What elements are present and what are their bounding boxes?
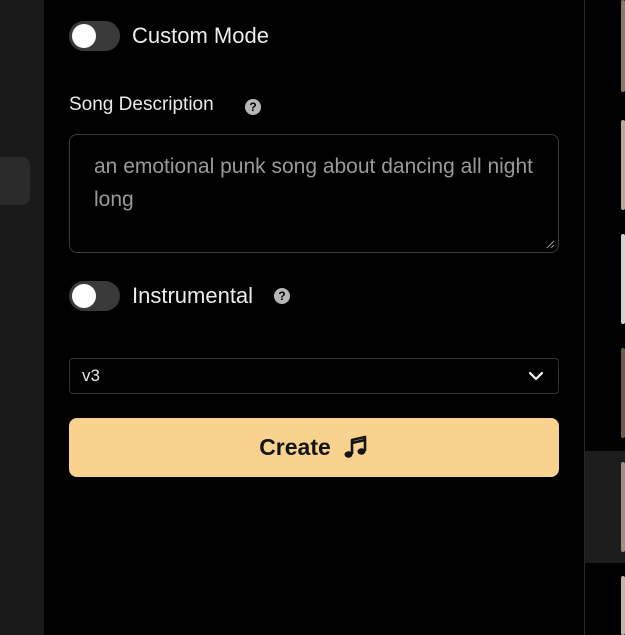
instrumental-label: Instrumental: [132, 283, 254, 308]
custom-mode-label: Custom Mode: [132, 23, 269, 48]
custom-mode-toggle[interactable]: [69, 21, 120, 51]
song-thumbnail[interactable]: [621, 576, 625, 635]
sidebar-nav-item[interactable]: [0, 157, 30, 205]
instrumental-toggle[interactable]: [69, 281, 120, 311]
song-thumbnail[interactable]: [621, 120, 625, 210]
song-list-selected-row[interactable]: [585, 451, 625, 563]
resize-handle-icon[interactable]: [546, 240, 555, 249]
create-button-label: Create: [259, 434, 331, 460]
music-note-icon: [344, 435, 367, 458]
song-thumbnail[interactable]: [621, 462, 625, 552]
question-circle-icon[interactable]: ?: [274, 288, 290, 304]
song-description-text: an emotional punk song about dancing all…: [94, 155, 533, 211]
toggle-knob: [72, 24, 96, 48]
question-circle-icon[interactable]: ?: [245, 99, 261, 115]
chevron-down-icon: [528, 371, 544, 381]
create-button[interactable]: Create: [69, 418, 559, 477]
song-description-label: Song Description: [69, 94, 214, 115]
song-thumbnail[interactable]: [621, 0, 625, 92]
song-description-input[interactable]: an emotional punk song about dancing all…: [69, 134, 559, 253]
song-thumbnail[interactable]: [621, 234, 625, 324]
model-version-value: v3: [82, 366, 100, 385]
model-version-select[interactable]: v3: [69, 358, 559, 394]
toggle-knob: [72, 284, 96, 308]
song-thumbnail[interactable]: [621, 348, 625, 438]
left-sidebar: [0, 0, 44, 635]
